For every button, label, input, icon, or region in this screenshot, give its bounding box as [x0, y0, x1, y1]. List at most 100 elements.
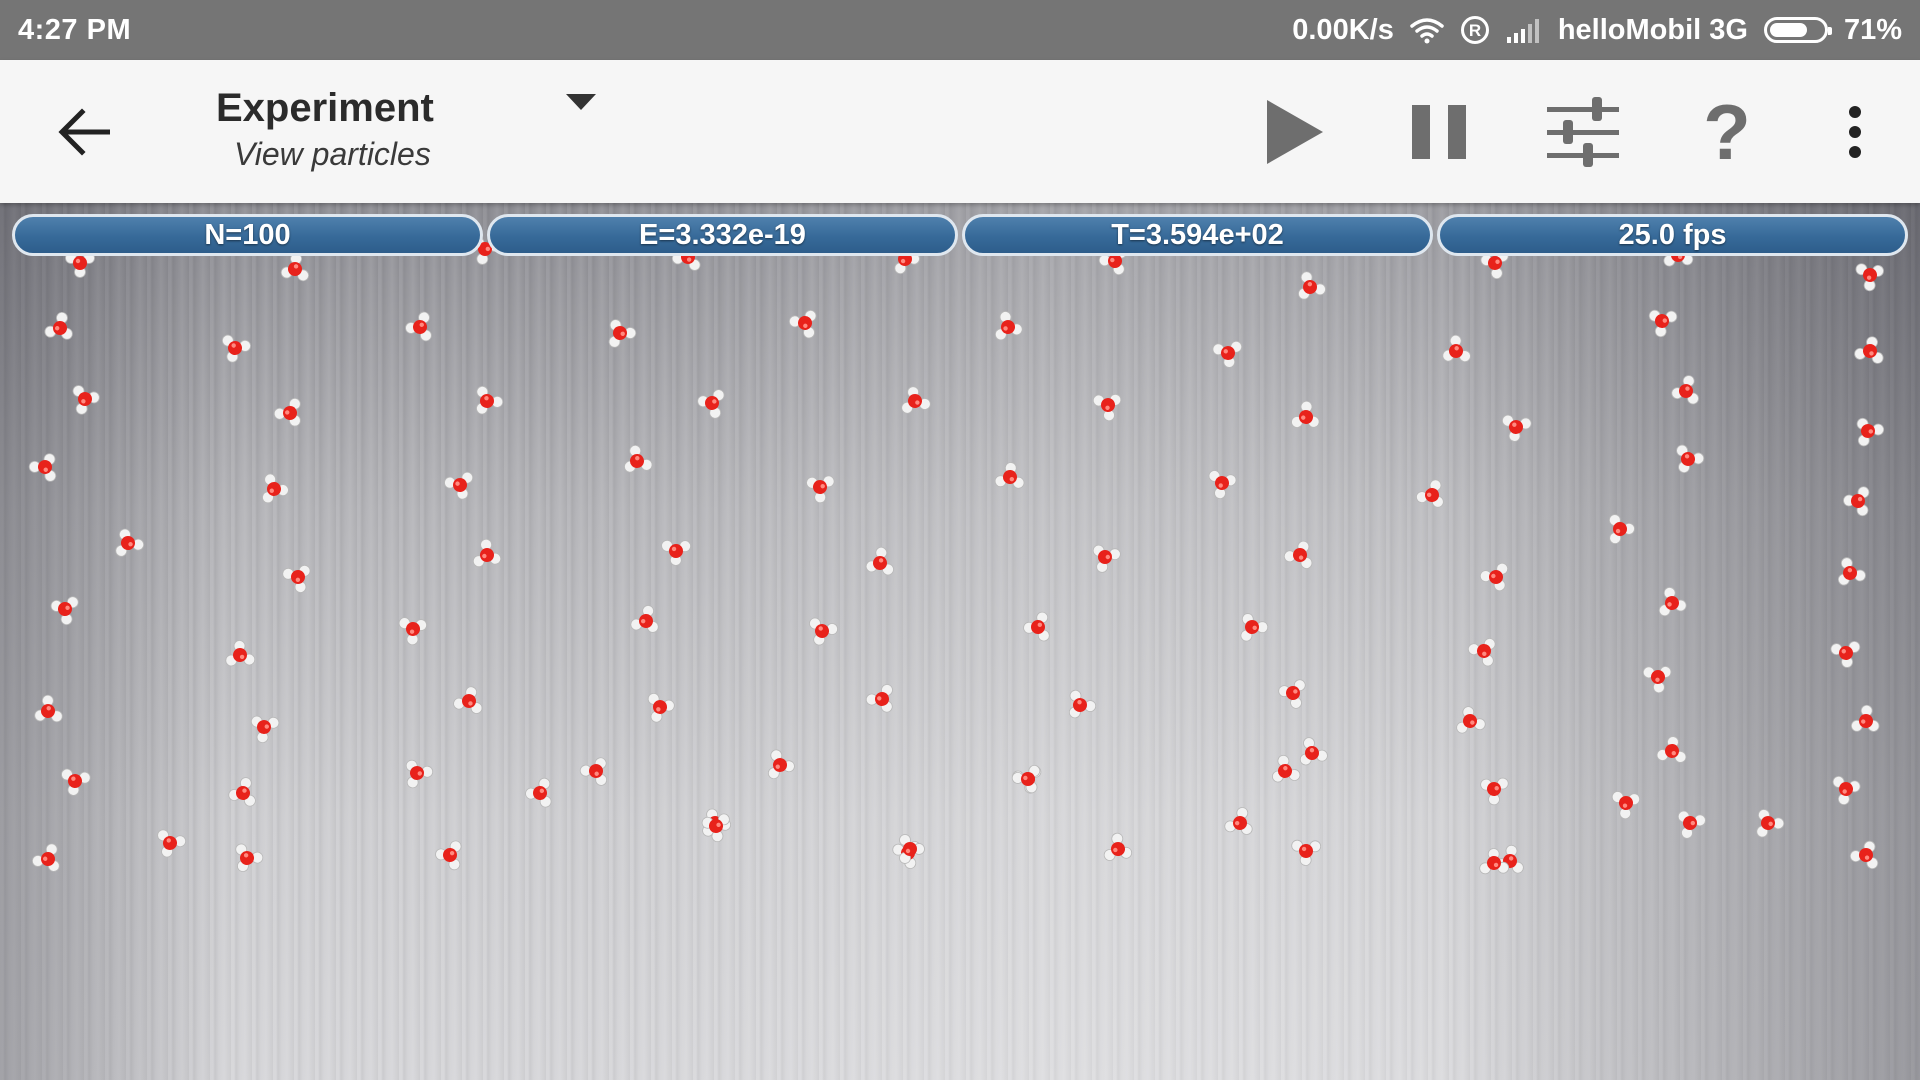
page-title: Experiment [216, 86, 434, 130]
water-molecule [1208, 470, 1237, 500]
stats-bar: N=100 E=3.332e-19 T=3.594e+02 25.0 fps [12, 214, 1908, 256]
water-molecule [1278, 679, 1306, 709]
battery-level [1769, 23, 1807, 37]
signal-icon [1506, 17, 1542, 43]
water-molecule [1843, 486, 1870, 517]
water-molecule [1480, 777, 1509, 806]
water-molecule [72, 385, 100, 415]
energy-pill: E=3.332e-19 [487, 214, 958, 256]
water-molecule [405, 759, 434, 789]
water-molecule [1856, 417, 1885, 447]
water-molecule [788, 310, 817, 339]
more-vert-icon [1849, 106, 1861, 158]
water-molecule [235, 843, 264, 872]
particle-count-pill: N=100 [12, 214, 483, 256]
status-bar: 4:27 PM 0.00K/s R helloMobil 3G 71% [0, 0, 1920, 60]
water-molecule [1416, 479, 1444, 508]
pause-button[interactable] [1394, 92, 1484, 172]
status-icons: 0.00K/s R helloMobil 3G 71% [1292, 14, 1902, 47]
water-molecule [1299, 737, 1328, 766]
temperature-pill: T=3.594e+02 [962, 214, 1433, 256]
water-molecule [608, 319, 637, 348]
water-molecule [661, 539, 691, 566]
water-molecule [1272, 754, 1301, 783]
water-molecule [1212, 340, 1243, 368]
play-icon [1267, 100, 1323, 164]
water-molecule [1501, 414, 1532, 442]
water-molecule [1291, 400, 1320, 428]
water-molecule [1851, 704, 1880, 732]
experiment-title-block[interactable]: Experiment View particles [216, 86, 434, 173]
water-molecule [865, 684, 893, 713]
water-molecule [273, 398, 301, 427]
water-molecule [280, 252, 310, 282]
water-molecule [767, 749, 795, 780]
back-button[interactable] [48, 96, 120, 168]
water-molecule [1023, 611, 1050, 642]
svg-text:R: R [1469, 21, 1481, 40]
play-button[interactable] [1250, 92, 1340, 172]
water-molecule [1642, 666, 1672, 694]
settings-sliders-button[interactable] [1538, 92, 1628, 172]
water-molecule [228, 777, 256, 807]
water-molecule [1648, 309, 1678, 338]
network-speed: 0.00K/s [1292, 13, 1394, 46]
water-molecule [1611, 791, 1641, 820]
water-molecule [225, 640, 256, 667]
water-molecule [1068, 689, 1097, 719]
water-molecule [1855, 263, 1884, 292]
water-molecule [28, 453, 57, 482]
water-molecule [34, 694, 63, 723]
dropdown-triangle-icon [566, 94, 596, 110]
water-molecule [282, 564, 311, 593]
water-molecule [398, 617, 427, 646]
battery-percent: 71% [1843, 13, 1902, 46]
simulation-canvas[interactable] [0, 203, 1920, 1080]
water-molecule [1240, 613, 1269, 642]
water-molecule [472, 538, 502, 568]
water-molecule [630, 605, 659, 633]
water-molecule [1456, 706, 1486, 734]
water-molecule [525, 777, 552, 808]
help-icon: ? [1703, 87, 1751, 176]
water-molecule [1676, 444, 1705, 473]
water-molecule [1756, 809, 1785, 838]
water-molecule [1849, 840, 1879, 870]
page-subtitle: View particles [234, 136, 431, 172]
water-molecule [647, 692, 675, 723]
sliders-icon [1547, 97, 1619, 167]
status-time: 4:27 PM [18, 13, 132, 46]
water-molecule [221, 334, 251, 363]
carrier-name: helloMobil 3G [1557, 13, 1748, 46]
help-button[interactable]: ? [1682, 88, 1772, 176]
water-molecule [1830, 641, 1861, 668]
water-molecule [1092, 393, 1122, 422]
water-molecule [806, 475, 835, 504]
water-molecule [1479, 562, 1509, 592]
water-molecule [1103, 832, 1133, 861]
water-molecule [1092, 544, 1121, 573]
water-molecule [901, 386, 931, 414]
water-molecule [1283, 540, 1313, 569]
water-molecule [1832, 775, 1861, 805]
water-molecule [865, 546, 894, 576]
water-molecule [697, 389, 725, 419]
wifi-icon [1410, 16, 1444, 44]
water-molecule [1854, 336, 1884, 364]
water-molecule [1608, 514, 1635, 544]
fps-pill: 25.0 fps [1437, 214, 1908, 256]
arrow-back-icon [58, 108, 110, 156]
water-molecule [579, 757, 608, 786]
water-molecule [115, 528, 145, 557]
water-molecule [1677, 810, 1706, 839]
water-molecule [61, 768, 91, 796]
water-molecule [476, 385, 504, 415]
water-molecule [44, 311, 73, 340]
battery-icon [1763, 17, 1832, 43]
more-options-button[interactable] [1810, 92, 1900, 172]
experiment-dropdown[interactable] [556, 82, 606, 122]
water-molecule [809, 617, 839, 646]
water-molecule [1467, 638, 1496, 667]
app-bar: Experiment View particles ? [0, 60, 1920, 203]
particles-layer [28, 236, 1885, 875]
